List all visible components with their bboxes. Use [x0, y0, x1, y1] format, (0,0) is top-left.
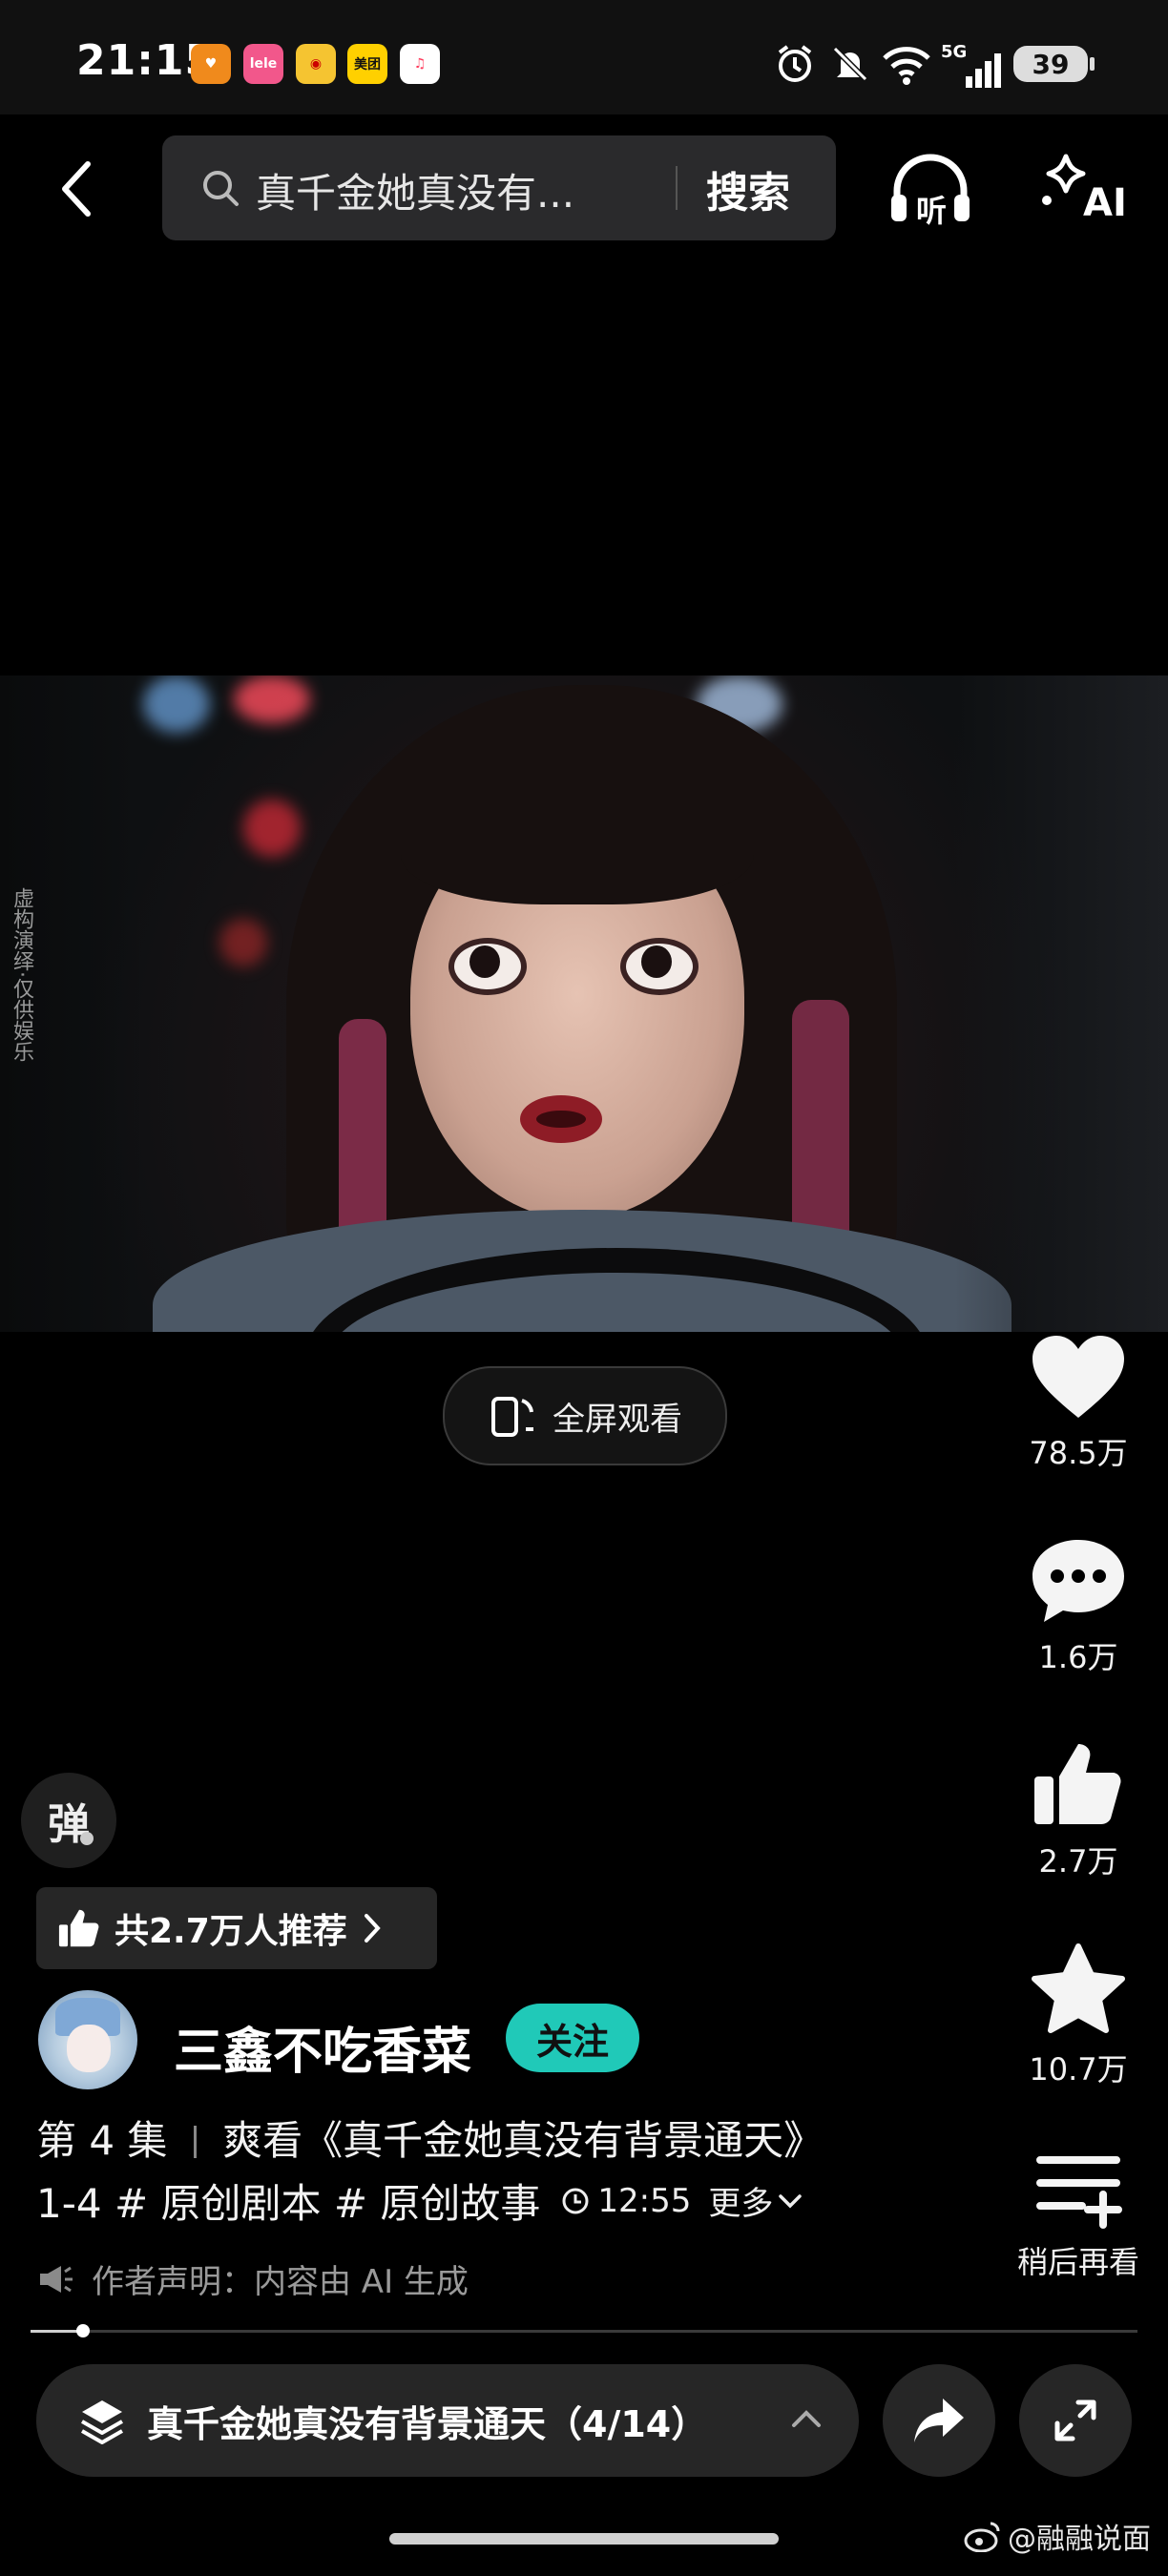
playlist-add-icon	[1036, 2156, 1122, 2229]
back-button[interactable]	[48, 153, 105, 225]
video-frame[interactable]	[0, 675, 1168, 1332]
ai-notice-text: 作者声明：内容由 AI 生成	[92, 2263, 469, 2301]
episode-label: 第 4 集	[36, 2117, 168, 2164]
heart-app-icon: ♥	[191, 44, 231, 84]
bokeh-light	[243, 800, 301, 857]
danmaku-dot	[80, 1832, 94, 1845]
layers-icon	[81, 2400, 123, 2444]
home-indicator[interactable]	[389, 2533, 779, 2545]
signal-icon	[941, 50, 1002, 93]
credit-watermark: @融融说面	[964, 2515, 1151, 2557]
search-divider	[676, 166, 678, 210]
series-selector[interactable]: 真千金她真没有背景通天（4/14）	[36, 2364, 859, 2477]
thumbs-up-icon	[1034, 1744, 1121, 1824]
description-line-1[interactable]: 第 4 集 爽看《真千金她真没有背景通天》	[36, 2109, 824, 2167]
credit-text: @融融说面	[1008, 2523, 1151, 2556]
weibo-app-icon: ◉	[296, 44, 336, 84]
like-count: 78.5万	[1029, 1435, 1128, 1471]
music-app-icon: ♫	[400, 44, 440, 84]
share-button[interactable]	[883, 2364, 995, 2477]
fullscreen-label: 全屏观看	[553, 1400, 682, 1439]
search-input[interactable]: 真千金她真没有...	[256, 161, 574, 219]
author-avatar[interactable]	[38, 1990, 137, 2089]
star-icon	[1032, 1943, 1125, 2033]
follow-button[interactable]: 关注	[506, 2004, 639, 2072]
clock-icon	[562, 2188, 589, 2213]
mouth-inner	[536, 1111, 586, 1128]
chevron-down-icon	[779, 2193, 803, 2208]
thumbs-up-icon	[58, 1909, 99, 1947]
rotate-phone-icon	[491, 1397, 533, 1437]
video-duration: 12:55	[597, 2181, 692, 2220]
progress-track[interactable]	[31, 2330, 1137, 2333]
series-expand-button[interactable]	[782, 2395, 830, 2442]
chevron-right-icon	[364, 1914, 381, 1942]
battery-tip	[1090, 57, 1095, 71]
bokeh-light	[219, 919, 267, 966]
search-icon	[203, 171, 239, 206]
comment-count: 1.6万	[1038, 1639, 1118, 1675]
progress-knob[interactable]	[76, 2324, 90, 2337]
progress-fill	[31, 2330, 83, 2333]
description-title: 爽看《真千金她真没有背景通天》	[222, 2117, 824, 2164]
favorite-count: 10.7万	[1029, 2051, 1128, 2088]
recommend-count: 2.7万	[1038, 1843, 1118, 1880]
meituan-app-icon: 美团	[347, 44, 387, 84]
weibo-icon	[964, 2522, 1000, 2552]
comment-button[interactable]: 1.6万	[1013, 1536, 1143, 1677]
search-box[interactable]: 真千金她真没有... 搜索	[162, 135, 836, 240]
favorite-button[interactable]: 10.7万	[1013, 1942, 1143, 2089]
expand-button[interactable]	[1019, 2364, 1132, 2477]
right-pupil	[641, 945, 672, 978]
ai-label: AI	[1083, 181, 1127, 225]
listen-label: 听	[916, 193, 948, 229]
danmaku-toggle[interactable]: 弹	[21, 1773, 116, 1868]
video-side-watermark: 虚构演绎·仅供娱乐	[10, 887, 33, 1062]
battery-indicator: 39	[1013, 46, 1088, 82]
fullscreen-button[interactable]: 全屏观看	[443, 1366, 727, 1465]
like-button[interactable]: 78.5万	[1013, 1332, 1143, 1473]
series-label: 真千金她真没有背景通天（4/14）	[147, 2402, 708, 2445]
watch-later-label: 稍后再看	[1016, 2244, 1139, 2280]
chevron-left-icon	[62, 161, 91, 217]
expand-icon	[1054, 2399, 1096, 2441]
episode-divider	[193, 2126, 197, 2158]
description-tags: 1-4 # 原创剧本 # 原创故事	[36, 2180, 541, 2227]
recommend-button[interactable]: 2.7万	[1013, 1738, 1143, 1881]
heart-icon	[1032, 1336, 1124, 1418]
author-name[interactable]: 三鑫不吃香菜	[174, 2011, 471, 2083]
recommend-summary-pill[interactable]: 共2.7万人推荐	[36, 1887, 437, 1969]
avatar-face	[67, 2025, 111, 2072]
watch-later-button[interactable]: 稍后再看	[1013, 2150, 1143, 2282]
ai-notice: 作者声明：内容由 AI 生成	[36, 2255, 469, 2302]
megaphone-icon	[40, 2265, 73, 2293]
share-arrow-icon	[914, 2399, 964, 2442]
ai-button[interactable]: AI	[1035, 153, 1127, 229]
left-pupil	[469, 945, 500, 978]
alarm-icon	[771, 42, 819, 86]
bokeh-light	[143, 675, 210, 733]
more-button[interactable]: 更多	[708, 2177, 773, 2224]
lele-app-icon: lele	[243, 44, 283, 84]
recommend-summary-label: 共2.7万人推荐	[115, 1912, 347, 1951]
chevron-up-icon	[792, 2410, 821, 2427]
description-line-2[interactable]: 1-4 # 原创剧本 # 原创故事 12:55 更多	[36, 2171, 803, 2230]
listen-button[interactable]: 听	[887, 153, 973, 229]
right-shadow	[954, 675, 1168, 1332]
search-button[interactable]: 搜索	[706, 158, 790, 219]
bokeh-light	[234, 675, 310, 723]
bangs-shape	[401, 780, 754, 904]
wifi-icon	[880, 42, 933, 86]
mute-icon	[826, 42, 874, 86]
comment-bubble-icon	[1032, 1540, 1124, 1622]
